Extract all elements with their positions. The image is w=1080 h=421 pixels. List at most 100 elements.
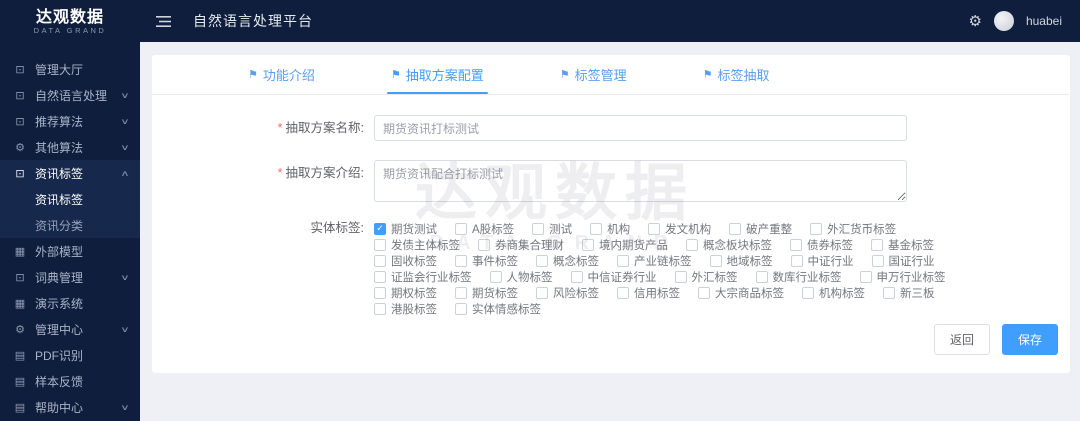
checkbox-icon[interactable] [617, 287, 629, 299]
checkbox-icon[interactable] [860, 271, 872, 283]
checkbox-icon[interactable] [536, 287, 548, 299]
checkbox-icon[interactable] [883, 287, 895, 299]
settings-gear-icon[interactable]: ⚙ [969, 12, 982, 30]
checkbox-icon[interactable] [810, 223, 822, 235]
back-button[interactable]: 返回 [934, 324, 990, 355]
entity-tag-option[interactable]: ✓期货测试 [374, 221, 437, 237]
checkbox-icon[interactable] [532, 223, 544, 235]
checkbox-icon[interactable] [536, 255, 548, 267]
sidebar-item-6[interactable]: ⊡词典管理∨ [0, 264, 140, 290]
checkbox-icon[interactable] [698, 287, 710, 299]
tab-2[interactable]: ⚑标签管理 [560, 55, 627, 94]
tag-label: 事件标签 [472, 253, 518, 269]
entity-tag-option[interactable]: 测试 [532, 221, 572, 237]
entity-tag-option[interactable]: 概念板块标签 [686, 237, 772, 253]
plan-name-input[interactable] [374, 115, 907, 141]
checkbox-icon[interactable] [455, 255, 467, 267]
entity-tag-option[interactable]: A股标签 [455, 221, 514, 237]
entity-tag-option[interactable]: 地域标签 [710, 253, 773, 269]
entity-tag-option[interactable]: 破产重整 [729, 221, 792, 237]
checkbox-icon[interactable] [490, 271, 502, 283]
entity-tag-option[interactable]: 发文机构 [648, 221, 711, 237]
checkbox-icon[interactable] [582, 239, 594, 251]
checkbox-icon[interactable] [686, 239, 698, 251]
entity-tag-option[interactable]: 产业链标签 [617, 253, 692, 269]
tab-1[interactable]: ⚑抽取方案配置 [391, 55, 484, 94]
chevron-down-icon: ∨ [120, 325, 129, 334]
checkbox-icon[interactable] [802, 287, 814, 299]
entity-tag-option[interactable]: 基金标签 [871, 237, 934, 253]
checkbox-icon[interactable] [729, 223, 741, 235]
sidebar-item-10[interactable]: ▤样本反馈 [0, 368, 140, 394]
sidebar-item-11[interactable]: ▤帮助中心∨ [0, 394, 140, 420]
entity-tag-option[interactable]: 新三板 [883, 285, 935, 301]
entity-tag-option[interactable]: 期货标签 [455, 285, 518, 301]
entity-tag-option[interactable]: 信用标签 [617, 285, 680, 301]
checkbox-icon[interactable] [374, 239, 386, 251]
checkbox-icon[interactable] [756, 271, 768, 283]
entity-tag-option[interactable]: 固收标签 [374, 253, 437, 269]
save-button[interactable]: 保存 [1002, 324, 1058, 355]
entity-tag-option[interactable]: 机构标签 [802, 285, 865, 301]
username[interactable]: huabei [1026, 14, 1062, 28]
checkbox-icon[interactable] [374, 271, 386, 283]
sidebar-item-4[interactable]: ⊡资讯标签∧ [0, 160, 140, 186]
sidebar-item-8[interactable]: ⚙管理中心∨ [0, 316, 140, 342]
checkbox-icon[interactable] [648, 223, 660, 235]
entity-tag-option[interactable]: 国证行业 [872, 253, 935, 269]
user-avatar[interactable] [994, 11, 1014, 31]
entity-tag-option[interactable]: 风险标签 [536, 285, 599, 301]
sidebar-item-1[interactable]: ⊡自然语言处理∨ [0, 82, 140, 108]
entity-tag-option[interactable]: 事件标签 [455, 253, 518, 269]
sidebar-subitem-4-1[interactable]: 资讯分类 [0, 212, 140, 238]
tab-0[interactable]: ⚑功能介绍 [248, 55, 315, 94]
checkbox-checked-icon[interactable]: ✓ [374, 223, 386, 235]
entity-tag-option[interactable]: 申万行业标签 [860, 269, 946, 285]
checkbox-icon[interactable] [710, 255, 722, 267]
entity-tag-option[interactable]: 外汇货币标签 [810, 221, 896, 237]
checkbox-icon[interactable] [455, 223, 467, 235]
checkbox-icon[interactable] [455, 303, 467, 315]
entity-tag-option[interactable]: 证监会行业标签 [374, 269, 472, 285]
entity-tag-option[interactable]: 人物标签 [490, 269, 553, 285]
entity-tag-option[interactable]: 券商集合理财 [478, 237, 564, 253]
checkbox-icon[interactable] [617, 255, 629, 267]
entity-tag-option[interactable]: 中证行业 [791, 253, 854, 269]
checkbox-icon[interactable] [374, 287, 386, 299]
entity-tag-option[interactable]: 港股标签 [374, 301, 437, 317]
sidebar-item-2[interactable]: ⊡推荐算法∨ [0, 108, 140, 134]
checkbox-icon[interactable] [374, 303, 386, 315]
sidebar-item-9[interactable]: ▤PDF识别 [0, 342, 140, 368]
entity-tag-option[interactable]: 发债主体标签 [374, 237, 460, 253]
sidebar-item-3[interactable]: ⚙其他算法∨ [0, 134, 140, 160]
sidebar-item-7[interactable]: ▦演示系统 [0, 290, 140, 316]
plan-intro-textarea[interactable] [374, 160, 907, 202]
sidebar-subitem-4-0[interactable]: 资讯标签 [0, 186, 140, 212]
checkbox-icon[interactable] [675, 271, 687, 283]
entity-tag-option[interactable]: 境内期货产品 [582, 237, 668, 253]
sidebar-group-1: ⊡自然语言处理∨ [0, 82, 140, 108]
entity-tag-option[interactable]: 大宗商品标签 [698, 285, 784, 301]
sidebar-item-5[interactable]: ▦外部模型 [0, 238, 140, 264]
entity-tag-option[interactable]: 数库行业标签 [756, 269, 842, 285]
menu-collapse-icon[interactable] [156, 15, 171, 28]
checkbox-icon[interactable] [590, 223, 602, 235]
checkbox-icon[interactable] [374, 255, 386, 267]
checkbox-icon[interactable] [571, 271, 583, 283]
entity-tag-option[interactable]: 债券标签 [790, 237, 853, 253]
entity-tag-option[interactable]: 期权标签 [374, 285, 437, 301]
checkbox-icon[interactable] [872, 255, 884, 267]
checkbox-icon[interactable] [478, 239, 490, 251]
checkbox-icon[interactable] [790, 239, 802, 251]
checkbox-icon[interactable] [455, 287, 467, 299]
entity-tag-option[interactable]: 机构 [590, 221, 630, 237]
entity-tag-option[interactable]: 实体情感标签 [455, 301, 541, 317]
checkbox-icon[interactable] [791, 255, 803, 267]
tab-3[interactable]: ⚑标签抽取 [703, 55, 770, 94]
entity-tag-option[interactable]: 中信证券行业 [571, 269, 657, 285]
monitor-icon: ⊡ [13, 115, 27, 128]
entity-tag-option[interactable]: 概念标签 [536, 253, 599, 269]
checkbox-icon[interactable] [871, 239, 883, 251]
entity-tag-option[interactable]: 外汇标签 [675, 269, 738, 285]
sidebar-item-0[interactable]: ⊡管理大厅 [0, 56, 140, 82]
